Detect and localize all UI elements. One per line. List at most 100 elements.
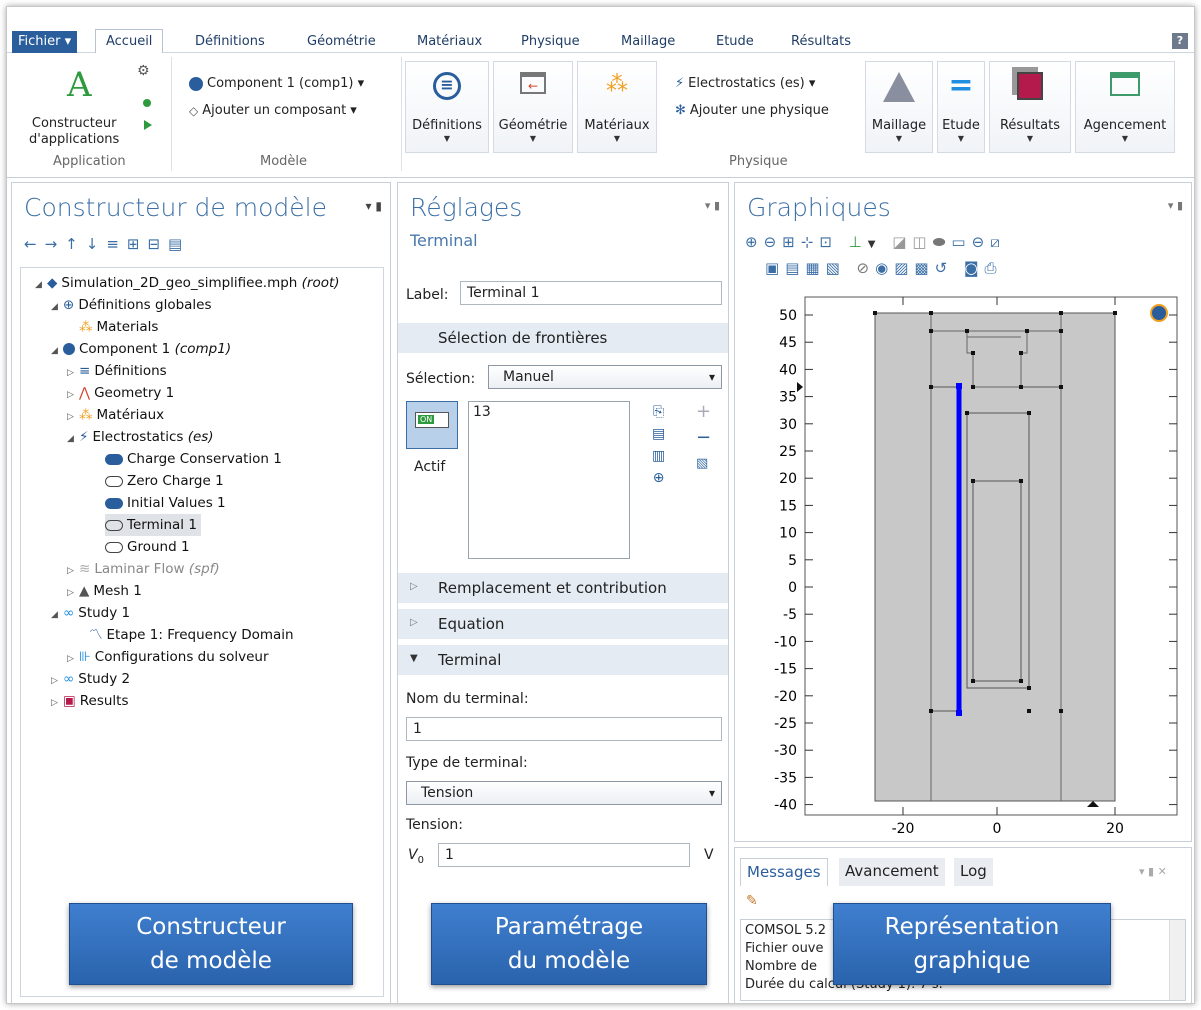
clear-selection-icon[interactable]: ▥ (652, 445, 665, 467)
chevron-down-icon[interactable]: ▼ (868, 239, 882, 250)
component-dropdown[interactable]: Component 1 (comp1) ▾ (189, 76, 364, 91)
paste-selection-icon[interactable]: ⎘ (652, 401, 665, 423)
transparency-icon[interactable]: ⊘ (857, 259, 876, 277)
tab-geometrie[interactable]: Géométrie (307, 31, 376, 53)
tree-options-icon[interactable]: ▤ (168, 235, 190, 253)
copy-selection-icon[interactable]: ▤ (652, 423, 665, 445)
selection-list[interactable]: 13 (468, 401, 630, 559)
tree-item-mesh[interactable]: ▷ ▲ Mesh 1 (67, 580, 142, 602)
select-point-icon[interactable]: ⧄ (990, 233, 1006, 251)
tree-item-ground[interactable]: Ground 1 (105, 536, 190, 558)
override-section[interactable]: Remplacement et contribution (398, 573, 728, 603)
materials-button[interactable]: ⁂ Matériaux ▼ (577, 61, 657, 153)
tab-physique[interactable]: Physique (521, 31, 580, 53)
tab-accueil[interactable]: Accueil (95, 29, 164, 54)
geometry-button[interactable]: ← Géométrie ▼ (493, 61, 573, 153)
messages-scrollbar[interactable] (1169, 920, 1185, 1000)
select-boundary-icon[interactable]: ▭ (951, 233, 971, 251)
tab-resultats[interactable]: Résultats (791, 31, 851, 53)
back-icon[interactable]: ← (24, 235, 45, 253)
run-app-icon[interactable] (144, 120, 152, 130)
tree-item-study-1[interactable]: ◢ ∞ Study 1 (51, 602, 130, 624)
panel-pin-icon[interactable]: ▾ ▮ (705, 199, 720, 212)
move-up-icon[interactable]: ↑ (65, 235, 86, 253)
mesh-button[interactable]: Maillage ▼ (865, 61, 933, 153)
screenshot-icon[interactable]: ◙ (964, 259, 985, 277)
tree-item-materials-global[interactable]: ⁂ Materials (79, 316, 158, 338)
tab-materiaux[interactable]: Matériaux (417, 31, 482, 53)
select-box-icon[interactable]: ▧ (696, 451, 711, 477)
zoom-selected-icon[interactable]: ⊹ (801, 233, 820, 251)
deselect-icon[interactable]: ◫ (912, 233, 932, 251)
help-icon[interactable]: ? (1172, 33, 1188, 49)
terminal-section[interactable]: Terminal (398, 645, 728, 675)
show-all-icon[interactable]: ▤ (785, 259, 805, 277)
zoom-box-icon[interactable]: ⊞ (782, 233, 801, 251)
terminal-name-input[interactable]: 1 (406, 717, 722, 741)
wireframe-icon[interactable]: ▧ (826, 259, 846, 277)
panel-close-icon[interactable]: ▾ ▮ ✕ (1139, 865, 1167, 878)
selection-select[interactable]: Manuel (488, 365, 722, 389)
add-icon[interactable]: + (696, 399, 711, 425)
select-domain-icon[interactable]: ⬬ (933, 233, 952, 251)
record-method-icon[interactable] (143, 99, 151, 107)
terminal-type-select[interactable]: Tension (406, 781, 722, 805)
axis-orientation-icon[interactable]: ⊥ (849, 233, 868, 251)
tree-item-solver-configurations[interactable]: ▷ ⊪ Configurations du solveur (67, 646, 269, 668)
zoom-extents-icon[interactable]: ⊡ (819, 233, 838, 251)
collapse-icon[interactable]: ⊟ (147, 235, 168, 253)
tree-item-study-2[interactable]: ▷ ∞ Study 2 (51, 668, 130, 690)
view-selection-icon[interactable]: ▦ (805, 259, 825, 277)
tree-item-charge-conservation[interactable]: Charge Conservation 1 (105, 448, 282, 470)
select-edge-icon[interactable]: ⊖ (972, 233, 991, 251)
zoom-out-icon[interactable]: ⊖ (764, 233, 783, 251)
tree-item-root[interactable]: ◢ ◆ Simulation_2D_geo_simplifiee.mph (root… (35, 272, 340, 294)
boundary-selection-section[interactable]: Sélection de frontières (398, 323, 728, 353)
results-button[interactable]: Résultats ▼ (989, 61, 1071, 153)
active-toggle-button[interactable]: ON (406, 401, 458, 449)
definitions-button[interactable]: ≡ Définitions ▼ (405, 61, 489, 153)
tree-item-results[interactable]: ▷ ▣ Results (51, 690, 129, 712)
tab-messages[interactable]: Messages (740, 858, 828, 886)
label-input[interactable]: Terminal 1 (460, 281, 722, 305)
add-physics-button[interactable]: ✻ Ajouter une physique (675, 103, 829, 118)
physics-dropdown[interactable]: ⚡ Electrostatics (es) ▾ (675, 76, 815, 91)
tree-item-definitions[interactable]: ▷ ≡ Définitions (67, 360, 167, 382)
layout-button[interactable]: Agencement ▼ (1075, 61, 1175, 153)
reset-view-icon[interactable]: ↺ (935, 259, 954, 277)
tree-item-component[interactable]: ◢ Component 1 (comp1) (51, 338, 231, 360)
expand-icon[interactable]: ⊞ (127, 235, 148, 253)
study-button[interactable]: = Etude ▼ (937, 61, 985, 153)
scene-light-icon[interactable]: ▩ (914, 259, 934, 277)
hide-icon[interactable]: ▣ (765, 259, 785, 277)
tab-log[interactable]: Log (954, 858, 993, 886)
tree-item-frequency-step[interactable]: 〽 Etape 1: Frequency Domain (89, 624, 294, 646)
panel-pin-icon[interactable]: ▾ ▮ (366, 199, 382, 213)
select-icon[interactable]: ◪ (892, 233, 912, 251)
clear-messages-icon[interactable]: ✎ (746, 893, 758, 909)
forward-icon[interactable]: → (45, 235, 66, 253)
show-icon[interactable]: ≡ (106, 235, 127, 253)
tab-etude[interactable]: Etude (716, 31, 754, 53)
voltage-input[interactable]: 1 (438, 843, 690, 867)
tab-avancement[interactable]: Avancement (839, 858, 945, 886)
zoom-selection-icon[interactable]: ⊕ (652, 467, 665, 489)
file-menu-button[interactable]: Fichier ▾ (12, 31, 78, 53)
tree-item-terminal[interactable]: Terminal 1 (105, 514, 201, 536)
add-component-button[interactable]: ◇ Ajouter un composant ▾ (189, 103, 357, 118)
tab-definitions[interactable]: Définitions (195, 31, 265, 53)
tab-maillage[interactable]: Maillage (621, 31, 675, 53)
render-icon[interactable]: ◉ (875, 259, 894, 277)
panel-pin-icon[interactable]: ▾ ▮ (1168, 199, 1183, 212)
tree-item-initial-values[interactable]: Initial Values 1 (105, 492, 226, 514)
move-down-icon[interactable]: ↓ (86, 235, 107, 253)
print-icon[interactable]: ⎙ (985, 259, 1003, 277)
tree-item-laminar-flow[interactable]: ▷ ≋ Laminar Flow (spf) (67, 558, 220, 580)
tree-item-materials[interactable]: ▷ ⁂ Matériaux (67, 404, 164, 426)
equation-section[interactable]: Equation (398, 609, 728, 639)
remove-icon[interactable]: − (696, 425, 711, 451)
grid-icon[interactable]: ▨ (894, 259, 914, 277)
tree-item-zero-charge[interactable]: Zero Charge 1 (105, 470, 224, 492)
tree-item-geometry[interactable]: ▷ ⋀ Geometry 1 (67, 382, 174, 404)
app-method-icon[interactable]: ⚙ (137, 63, 150, 79)
